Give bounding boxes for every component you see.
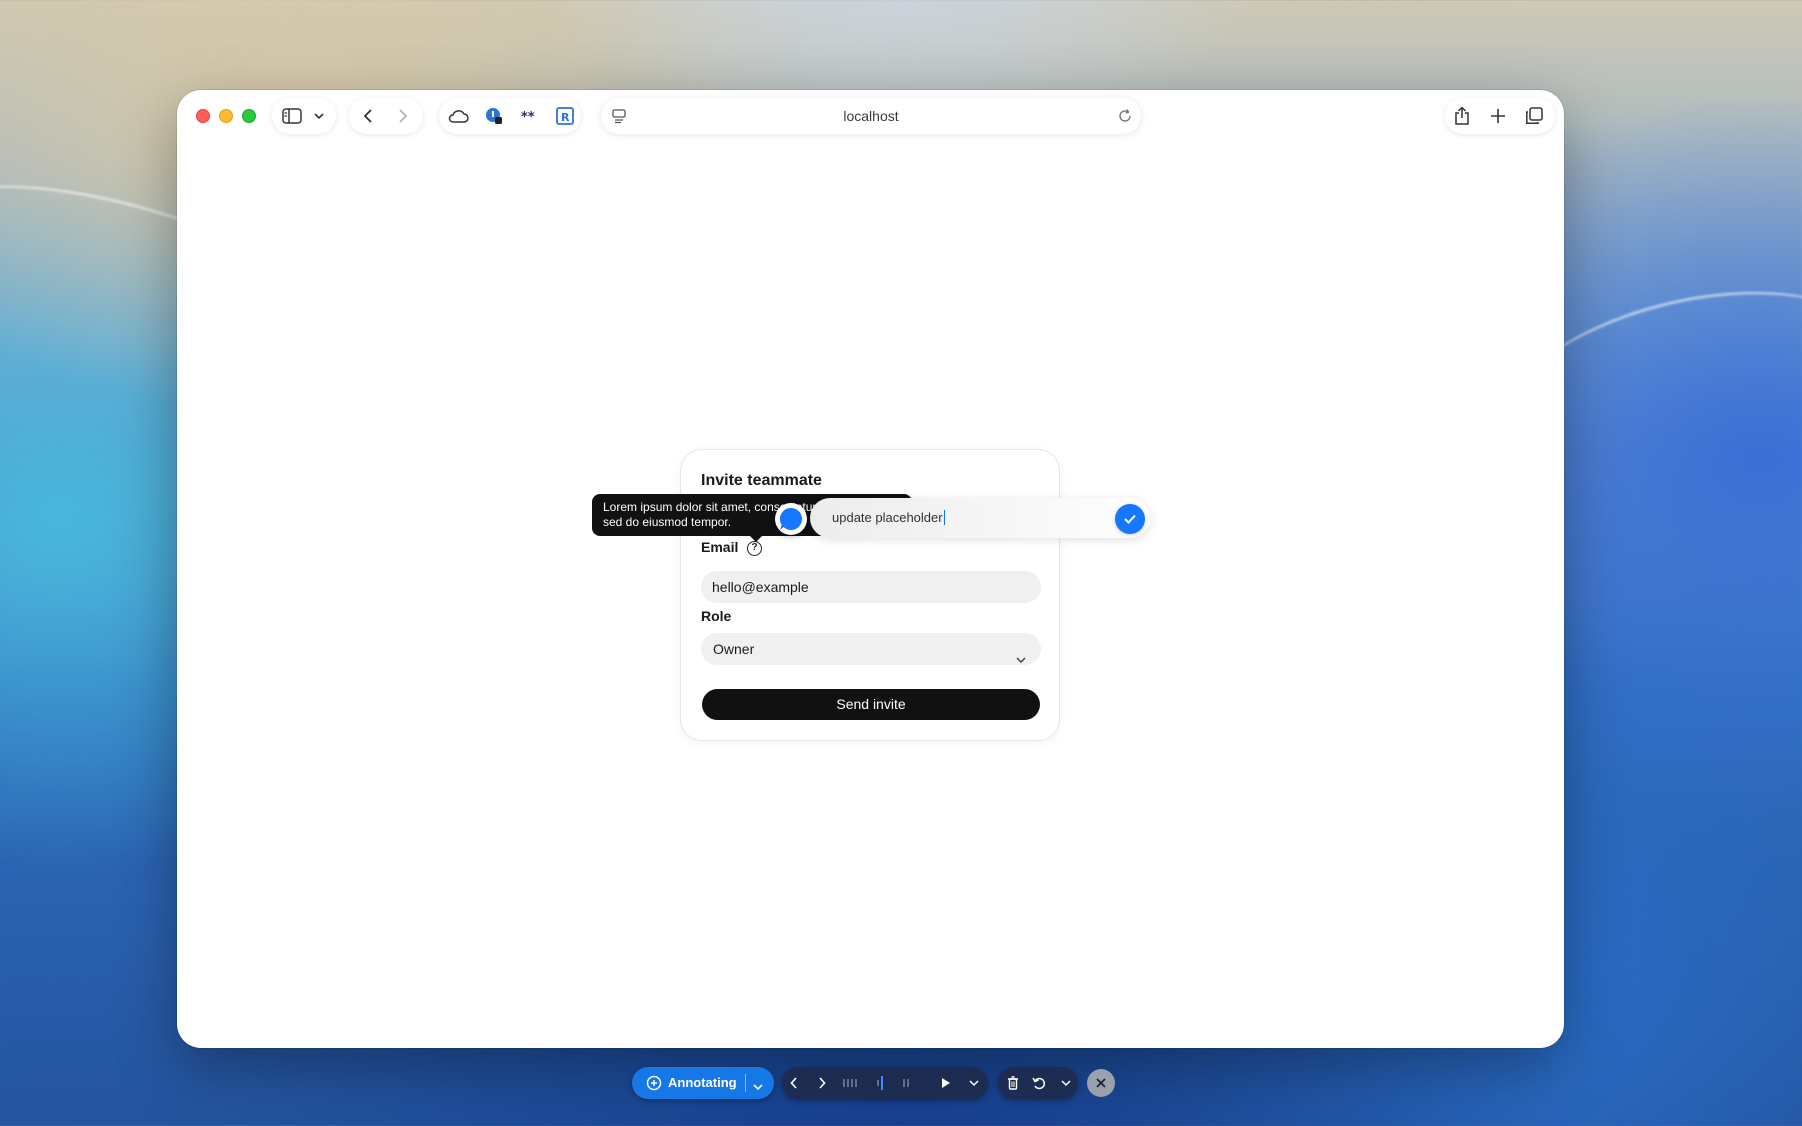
close-window-button[interactable]: [196, 109, 210, 123]
sidebar-icon[interactable]: [277, 98, 307, 134]
annotating-label: Annotating: [668, 1075, 737, 1090]
back-icon[interactable]: [353, 98, 383, 134]
timeline-scrubber[interactable]: [840, 1067, 920, 1099]
card-title: Invite teammate: [701, 472, 822, 489]
tab-overview-icon[interactable]: [1519, 98, 1549, 134]
browser-toolbar: ** R localhost: [177, 90, 1564, 142]
previous-icon[interactable]: [786, 1067, 802, 1099]
reload-icon[interactable]: [1117, 108, 1133, 129]
role-label: Role: [701, 608, 732, 624]
invite-card: Invite teammate Email ? Role Owner Send …: [680, 449, 1060, 741]
url-text: localhost: [843, 108, 899, 124]
zoom-window-button[interactable]: [242, 109, 256, 123]
help-icon[interactable]: ?: [747, 541, 762, 556]
chevron-down-icon[interactable]: [307, 98, 331, 134]
svg-text:R: R: [561, 111, 570, 124]
annotating-mode-button[interactable]: Annotating: [632, 1067, 774, 1099]
password-extension-icon[interactable]: [479, 98, 509, 134]
r-extension-icon[interactable]: R: [550, 98, 580, 134]
email-field[interactable]: [701, 571, 1041, 603]
chevron-down-icon[interactable]: [1058, 1067, 1074, 1099]
close-annotation-toolbar-button[interactable]: [1087, 1069, 1115, 1097]
chevron-down-icon[interactable]: [966, 1067, 982, 1099]
chevron-down-icon[interactable]: [752, 1079, 764, 1094]
annotation-text: update placeholder: [832, 498, 946, 538]
annotation-value: update placeholder: [832, 510, 943, 525]
address-bar[interactable]: localhost: [601, 98, 1141, 134]
forward-icon[interactable]: [388, 98, 418, 134]
confirm-annotation-button[interactable]: [1115, 504, 1145, 534]
comment-icon[interactable]: [775, 503, 807, 535]
divider: [745, 1074, 746, 1092]
trash-icon[interactable]: [1005, 1067, 1021, 1099]
tooltip-arrow: [750, 536, 762, 542]
share-icon[interactable]: [1447, 98, 1477, 134]
close-icon: [1096, 1078, 1106, 1088]
browser-window: ** R localhost Invite teammate Email ? h…: [177, 90, 1564, 1048]
annotation-input[interactable]: update placeholder: [810, 498, 1150, 538]
new-tab-icon[interactable]: [1483, 98, 1513, 134]
svg-text:**: **: [521, 110, 535, 122]
send-invite-button[interactable]: Send invite: [702, 689, 1040, 720]
chevron-down-icon: [1015, 643, 1027, 675]
undo-icon[interactable]: [1031, 1067, 1047, 1099]
minimize-window-button[interactable]: [219, 109, 233, 123]
role-select-value: Owner: [713, 641, 755, 657]
cloud-icon[interactable]: [443, 98, 473, 134]
role-select[interactable]: Owner: [701, 633, 1041, 665]
add-annotation-icon: [646, 1075, 662, 1094]
asterisk-extension-icon[interactable]: **: [515, 98, 545, 134]
text-caret: [943, 510, 946, 525]
play-icon[interactable]: [938, 1067, 954, 1099]
email-label: Email: [701, 539, 739, 555]
next-icon[interactable]: [814, 1067, 830, 1099]
